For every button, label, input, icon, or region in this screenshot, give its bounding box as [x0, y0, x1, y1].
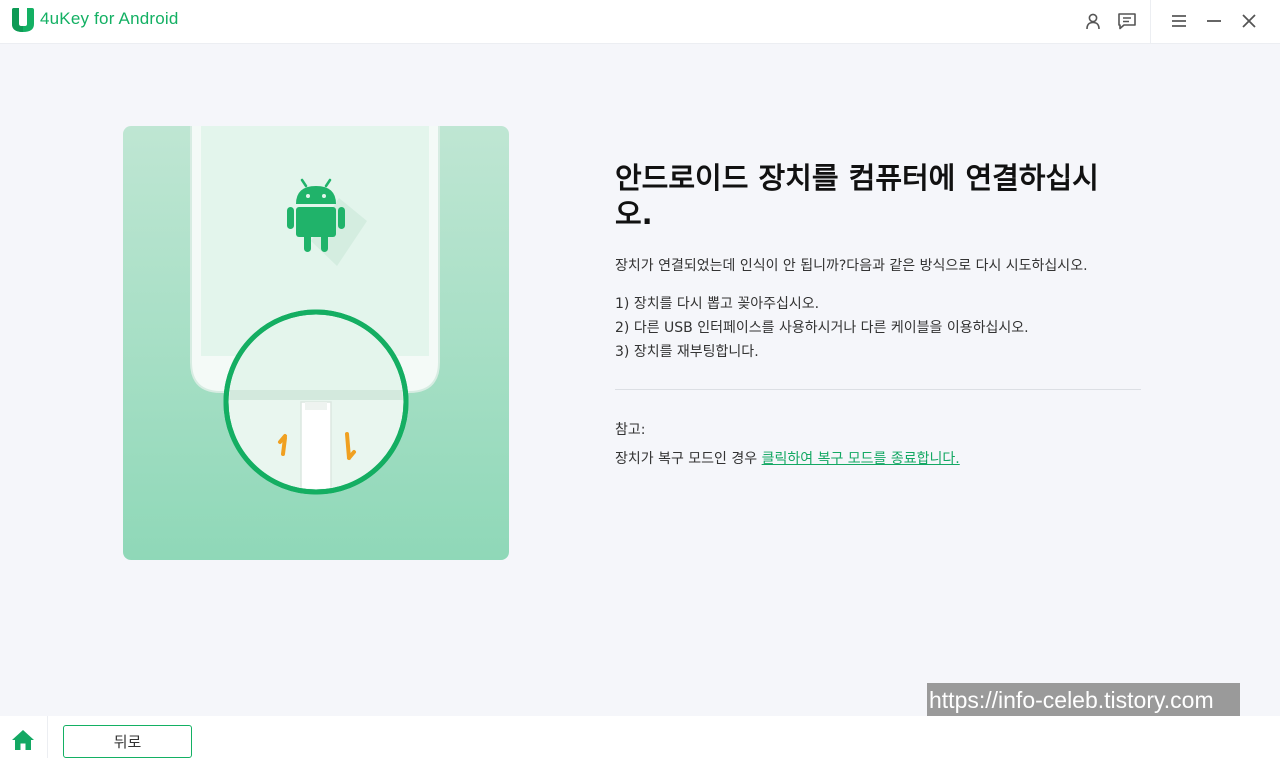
menu-icon[interactable] [1168, 10, 1190, 32]
titlebar-divider [1150, 0, 1151, 44]
step-item: 1) 장치를 다시 뽑고 꽂아주십시오. [615, 296, 820, 312]
troubleshoot-steps: 1) 장치를 다시 뽑고 꽂아주십시오. 2) 다른 USB 인터페이스를 사용… [615, 292, 1029, 364]
user-icon[interactable] [1082, 10, 1104, 32]
feedback-icon[interactable] [1116, 10, 1138, 32]
section-divider [615, 389, 1141, 390]
minimize-icon[interactable] [1203, 10, 1225, 32]
app-logo-icon [12, 8, 34, 32]
home-icon[interactable] [10, 728, 36, 752]
bottom-bar: 뒤로 [0, 716, 1280, 758]
app-title: 4uKey for Android [40, 9, 179, 28]
connect-device-illustration [123, 126, 509, 560]
watermark: https://info-celeb.tistory.com [927, 683, 1240, 717]
note-text: 장치가 복구 모드인 경우 [615, 451, 762, 467]
step-item: 2) 다른 USB 인터페이스를 사용하시거나 다른 케이블을 이용하십시오. [615, 320, 1029, 336]
close-icon[interactable] [1238, 10, 1260, 32]
bottombar-divider [47, 716, 48, 758]
page-title: 안드로이드 장치를 컴퓨터에 연결하십시오. [615, 161, 1099, 231]
note-line: 장치가 복구 모드인 경우 클릭하여 복구 모드를 종료합니다. [615, 448, 960, 468]
exit-recovery-mode-link[interactable]: 클릭하여 복구 모드를 종료합니다. [762, 451, 960, 467]
back-button[interactable]: 뒤로 [63, 725, 192, 758]
help-subtext: 장치가 연결되었는데 인식이 안 됩니까?다음과 같은 방식으로 다시 시도하십… [615, 258, 1088, 274]
note-label: 참고: [615, 422, 646, 438]
title-bar: 4uKey for Android [0, 0, 1280, 44]
step-item: 3) 장치를 재부팅합니다. [615, 344, 759, 360]
magnified-usb-port [223, 309, 409, 495]
phone-cable-illustration [190, 126, 440, 495]
